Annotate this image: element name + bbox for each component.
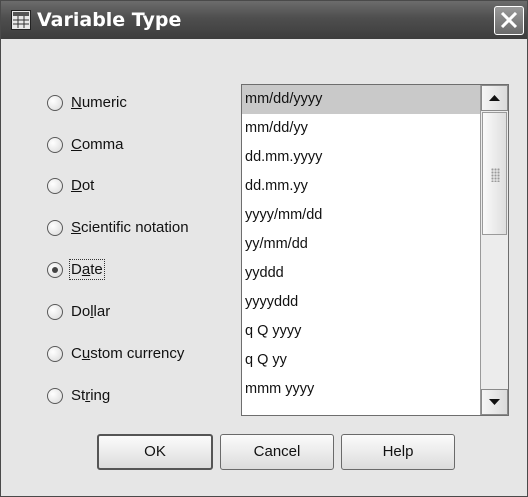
radio-label: Scientific notation [71, 219, 189, 236]
date-format-list: mm/dd/yyyy mm/dd/yy dd.mm.yyyy dd.mm.yy yyyy… [242, 85, 480, 415]
radio-label: Custom currency [71, 345, 185, 362]
list-item[interactable]: yy/mm/dd [242, 230, 480, 259]
list-item[interactable]: yyddd [242, 259, 480, 288]
radio-button[interactable] [47, 304, 63, 320]
help-button[interactable]: Help [341, 434, 455, 470]
ok-button[interactable]: OK [97, 434, 213, 470]
list-item[interactable]: dd.mm.yy [242, 172, 480, 201]
list-item[interactable]: yyyy/mm/dd [242, 201, 480, 230]
date-format-listbox[interactable]: mm/dd/yyyy mm/dd/yy dd.mm.yyyy dd.mm.yy yyyy… [241, 84, 509, 416]
radio-button[interactable] [47, 388, 63, 404]
radio-button[interactable] [47, 137, 63, 153]
list-item[interactable]: q Q yyyy [242, 317, 480, 346]
radio-button[interactable] [47, 95, 63, 111]
vertical-scrollbar[interactable] [480, 85, 508, 415]
close-button[interactable] [494, 6, 524, 35]
list-item[interactable]: mm/dd/yy [242, 114, 480, 143]
scroll-down-button[interactable] [481, 389, 508, 415]
radio-label: Dollar [71, 303, 111, 320]
scroll-thumb[interactable] [482, 112, 507, 235]
list-item[interactable]: yyyyddd [242, 288, 480, 317]
radio-button[interactable] [47, 346, 63, 362]
data-grid-icon [11, 10, 31, 30]
title-bar[interactable]: Variable Type [1, 1, 527, 39]
arrow-down-icon [489, 399, 500, 405]
scroll-up-button[interactable] [481, 85, 508, 111]
radio-label: Comma [71, 136, 124, 153]
radio-label: Date [69, 259, 105, 280]
radio-label: Numeric [71, 94, 127, 111]
list-item[interactable]: mm/dd/yyyy [242, 85, 480, 114]
radio-button[interactable] [47, 220, 63, 236]
radio-dot-icon [52, 267, 58, 273]
list-item[interactable]: dd.mm.yyyy [242, 143, 480, 172]
radio-label: Dot [71, 177, 95, 194]
list-item[interactable]: q Q yy [242, 346, 480, 375]
cancel-button[interactable]: Cancel [220, 434, 334, 470]
list-item[interactable]: mmm yyyy [242, 375, 480, 404]
close-icon [500, 12, 518, 28]
radio-button-selected[interactable] [47, 262, 63, 278]
arrow-up-icon [489, 95, 500, 101]
variable-type-dialog: Variable Type Numeric Comma Dot Scientific … [0, 0, 528, 497]
window-title: Variable Type [37, 9, 182, 31]
radio-label: String [71, 387, 111, 404]
radio-button[interactable] [47, 178, 63, 194]
grip-icon [491, 168, 500, 182]
